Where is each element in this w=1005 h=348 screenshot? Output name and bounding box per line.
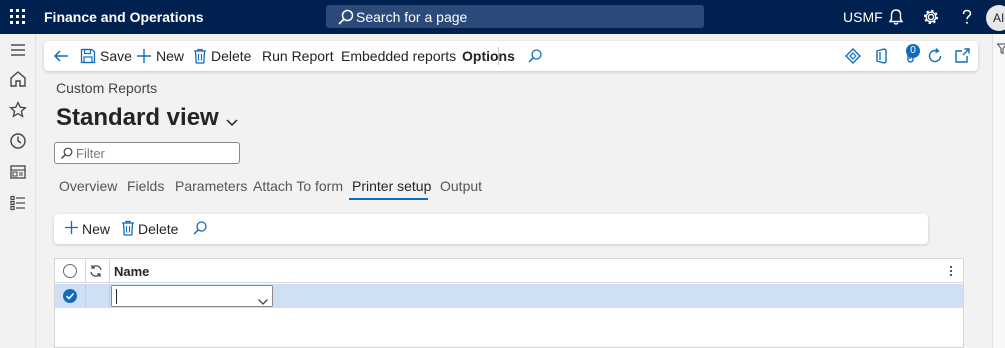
power-apps-diamond-icon[interactable] [844,47,862,65]
plus-icon [64,220,79,238]
table-row[interactable] [55,284,963,308]
save-icon [80,48,96,64]
office-icon[interactable] [872,47,890,65]
save-label: Save [100,48,132,64]
column-divider [85,284,86,308]
tab-overview[interactable]: Overview [59,178,117,194]
left-navigation-pane [0,34,36,348]
recent-clock-icon[interactable] [8,131,28,151]
back-button[interactable] [52,41,70,71]
embedded-reports-button[interactable]: Embedded reports [341,41,456,71]
tab-attach-to-form[interactable]: Attach To form [253,178,343,194]
trash-icon [121,220,135,239]
search-icon [527,48,543,64]
filter-funnel-icon[interactable] [996,42,1005,60]
chevron-down-icon[interactable] [257,293,269,311]
tab-parameters[interactable]: Parameters [175,178,247,194]
refresh-icon[interactable] [926,47,944,65]
help-icon[interactable] [958,8,976,26]
tab-output[interactable]: Output [440,178,482,194]
column-divider [109,284,110,308]
app-title[interactable]: Finance and Operations [44,9,203,25]
tab-fields[interactable]: Fields [127,178,164,194]
row-selected-checkbox[interactable] [63,289,77,303]
open-in-new-window-icon[interactable] [953,47,971,65]
filter-placeholder: Filter [76,146,105,161]
home-icon[interactable] [8,69,28,89]
form-caption: Custom Reports [56,80,158,96]
bell-icon[interactable] [887,8,905,26]
grid-header: Name [55,259,963,283]
grid-delete-label: Delete [138,221,179,237]
printer-name-combobox[interactable] [111,285,273,307]
save-button[interactable]: Save [80,41,132,71]
filter-input[interactable]: Filter [54,142,240,164]
view-selector[interactable]: Standard view [56,102,239,134]
company-selector[interactable]: USMF [843,9,883,25]
grid-toolbar: New Delete [54,214,928,244]
back-arrow-icon [52,47,70,65]
more-options-icon[interactable] [948,264,954,283]
avatar[interactable]: AI [986,5,1005,31]
action-pane: Save New Delete Run Report Embedded repo… [44,41,978,71]
hamburger-menu-icon[interactable] [8,40,28,60]
active-tab-indicator [349,198,428,200]
column-divider [85,259,86,283]
select-all-checkbox[interactable] [63,264,77,278]
action-search-button[interactable] [527,41,543,71]
delete-button[interactable]: Delete [193,41,251,71]
printer-setup-grid: Name [54,258,964,348]
top-navigation-bar: Finance and Operations Search for a page… [0,0,1005,34]
column-divider [109,259,110,283]
refresh-icon[interactable] [89,264,103,283]
new-button[interactable]: New [136,41,184,71]
search-icon [192,220,208,239]
grid-search-button[interactable] [192,214,208,244]
workspaces-icon[interactable] [8,162,28,182]
view-name: Standard view [56,104,219,131]
plus-icon [136,48,152,64]
tab-printer-setup[interactable]: Printer setup [352,178,431,194]
delete-label: Delete [211,48,252,64]
chevron-down-icon [225,106,239,134]
grid-delete-button[interactable]: Delete [121,214,178,244]
grid-new-button[interactable]: New [64,214,110,244]
options-tab[interactable]: Options [462,41,515,71]
app-launcher-icon[interactable] [10,9,26,25]
new-label: New [156,48,185,64]
attachments-count-badge[interactable]: 0 [906,44,920,58]
modules-list-icon[interactable] [8,193,28,213]
column-header-name[interactable]: Name [114,264,149,279]
run-report-button[interactable]: Run Report [262,41,334,71]
search-icon [60,147,73,165]
text-cursor [116,289,117,304]
search-icon [338,9,354,30]
favorites-star-icon[interactable] [8,100,28,120]
gear-icon[interactable] [922,8,940,26]
trash-icon [193,48,207,64]
right-pane-strip [992,34,1005,348]
grid-new-label: New [82,221,111,237]
search-placeholder: Search for a page [356,9,468,25]
page-search-box[interactable]: Search for a page [326,5,704,28]
